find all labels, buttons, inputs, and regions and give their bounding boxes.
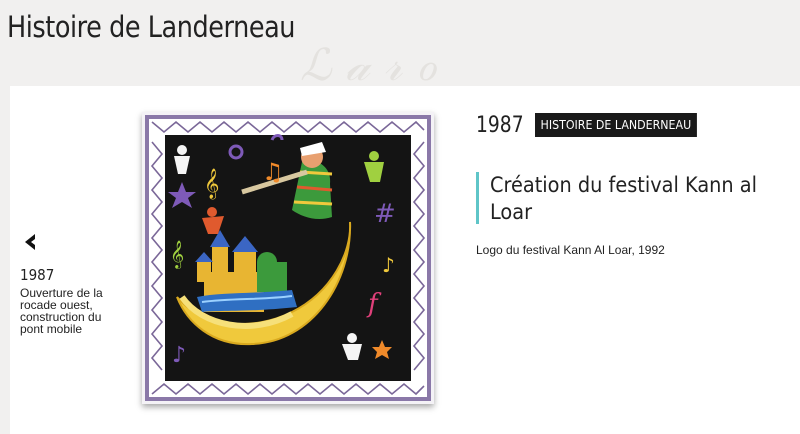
svg-text:♪: ♪ <box>172 343 186 368</box>
page-title: Histoire de Landerneau <box>7 10 296 44</box>
title-accent-bar <box>476 172 479 224</box>
previous-event-description[interactable]: Ouverture de la rocade ouest, constructi… <box>20 287 104 335</box>
svg-text:𝄞: 𝄞 <box>170 240 184 269</box>
festival-logo-image: ♫ 𝄞 𝄞 # f ♪ ♪ <box>142 112 434 404</box>
previous-event-year[interactable]: 1987 <box>20 266 54 284</box>
image-caption: Logo du festival Kann Al Loar, 1992 <box>476 243 665 257</box>
background-decoration: ℒ 𝒶 𝓇 ℴ <box>300 40 437 91</box>
svg-text:♫: ♫ <box>262 158 284 186</box>
svg-text:𝄞: 𝄞 <box>204 168 219 200</box>
chevron-left-icon <box>25 234 35 250</box>
previous-button[interactable] <box>20 232 40 252</box>
category-badge[interactable]: HISTOIRE DE LANDERNEAU <box>535 113 697 137</box>
svg-text:♪: ♪ <box>382 253 395 277</box>
svg-text:#: # <box>374 199 396 229</box>
event-title: Création du festival Kann al Loar <box>490 173 758 224</box>
event-year: 1987 <box>476 113 524 138</box>
